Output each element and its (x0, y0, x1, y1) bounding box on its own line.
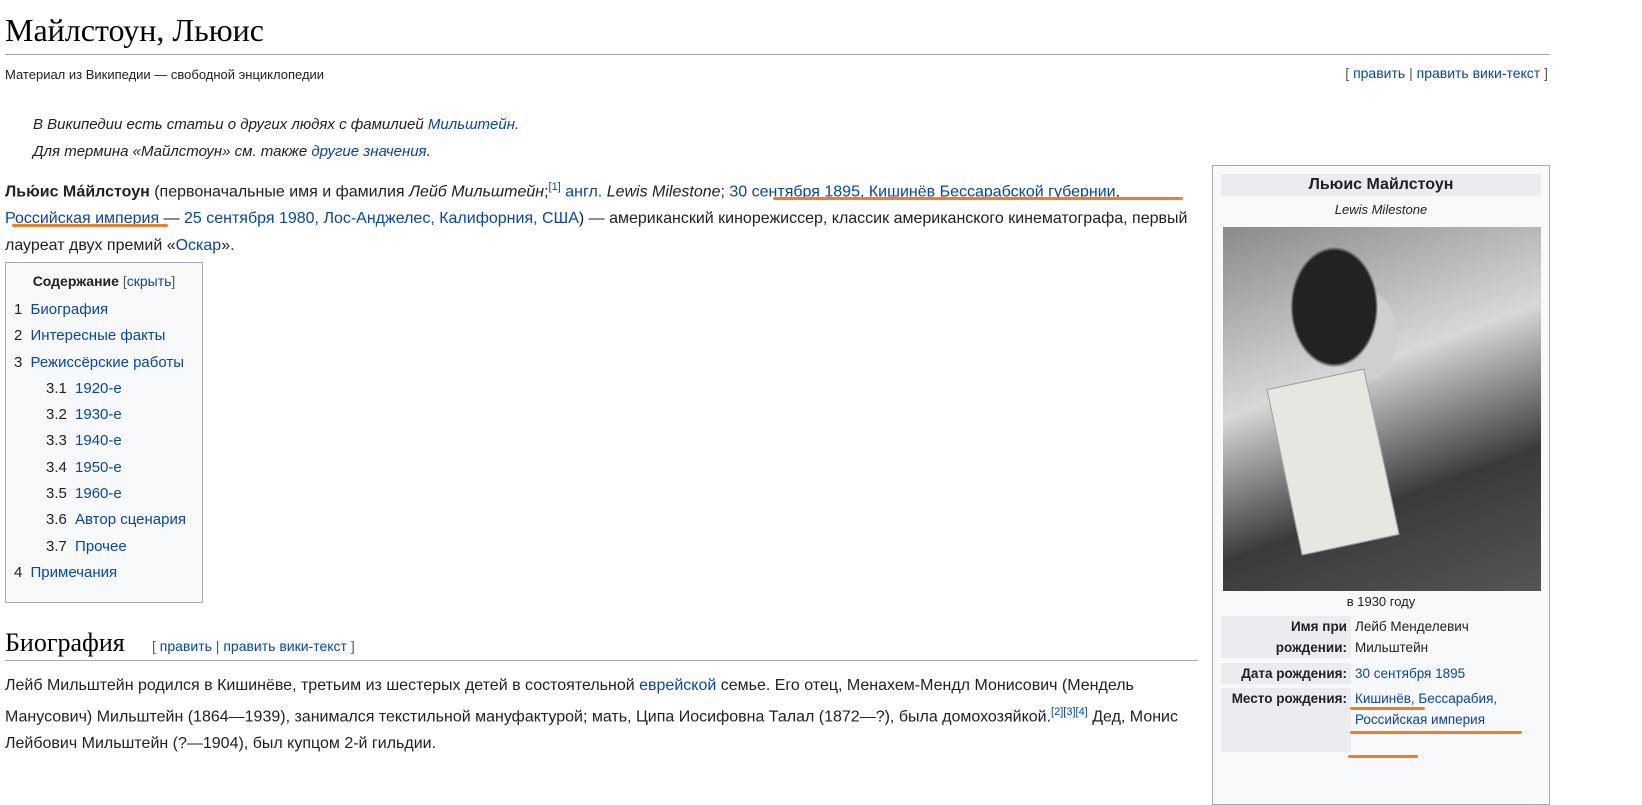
toc-number: 1 (14, 301, 23, 318)
intro-paragraph: Лью́ис Ма́йлстоун (первоначальные имя и … (5, 174, 1200, 259)
section-edit-links: [ править | править вики-текст ] (152, 638, 355, 654)
table-of-contents: Содержание [скрыть] 1 Биография 2 Интерес… (5, 262, 203, 603)
toc-item[interactable]: 3.1 1920-е (14, 380, 194, 406)
photo-caption: в 1930 году (1346, 594, 1416, 609)
hatnote-text: Для термина «Майлстоун» см. также (33, 143, 312, 160)
disambiguation-link[interactable]: другие значения (311, 143, 426, 160)
divider (5, 54, 1550, 55)
hatnote-text: В Википедии есть статьи о других людях с… (33, 116, 428, 133)
annotation-underline (773, 197, 1183, 200)
toc-number: 3 (14, 353, 23, 371)
toc-number: 3.5 (46, 485, 67, 503)
toc-link[interactable]: 1920-е (75, 380, 122, 397)
toc-item[interactable]: 3.5 1960-е (14, 485, 194, 511)
portrait-photo[interactable] (1223, 227, 1541, 591)
toc-header: Содержание [скрыть] (32, 273, 176, 289)
toc-link[interactable]: Интересные факты (31, 327, 166, 344)
toc-number: 3.3 (46, 432, 67, 450)
toc-item[interactable]: 3.7 Прочее (14, 538, 194, 564)
toc-number: 3.6 (46, 511, 67, 529)
toc-item[interactable]: 1 Биография (14, 301, 194, 327)
subject-name: Лью́ис Ма́йлстоун (5, 183, 150, 201)
toc-item[interactable]: 2 Интересные факты (14, 327, 194, 353)
hatnote-text: . (426, 143, 431, 160)
original-name: Лейб Мильштейн (409, 183, 545, 201)
biography-paragraph: Лейб Мильштейн родился в Кишинёве, треть… (5, 672, 1200, 757)
toc-item[interactable]: 3.2 1930-е (14, 406, 194, 432)
hatnote-text: . (514, 116, 520, 133)
page-edit-links: [ править | править вики-текст ] (1345, 65, 1548, 81)
toc-link[interactable]: 1950-е (75, 459, 122, 476)
toc-number: 3.1 (46, 379, 67, 397)
page-title: Майлстоун, Льюис (5, 12, 264, 48)
oscar-link[interactable]: Оскар (176, 237, 222, 254)
row-label: Дата рождения: (1221, 663, 1351, 684)
toc-number: 4 (14, 563, 23, 581)
toc-item[interactable]: 4 Примечания (14, 564, 194, 590)
english-link[interactable]: англ. (565, 183, 602, 200)
annotation-underline (1350, 707, 1425, 710)
jewish-link[interactable]: еврейской (639, 677, 716, 694)
birth-date-link[interactable]: 30 сентября 1895 (1351, 663, 1543, 684)
toc-item[interactable]: 3.3 1940-е (14, 432, 194, 458)
row-value: Лейб Менделевич Мильштейн (1355, 619, 1469, 655)
toc-link[interactable]: Прочее (75, 538, 127, 555)
infobox-original-name: Lewis Milestone (1334, 202, 1428, 217)
death-link[interactable]: 25 сентября 1980, Лос-Анджелес, Калифорн… (184, 210, 579, 227)
infobox-title: Льюис Майлстоун (1221, 174, 1541, 196)
book-image (1266, 368, 1400, 556)
edit-source-link[interactable]: править вики-текст (1417, 65, 1541, 81)
toc-number: 3.2 (46, 406, 67, 424)
infobox-row: Дата рождения: 30 сентября 1895 (1221, 663, 1543, 684)
toc-link[interactable]: Автор сценария (75, 511, 186, 528)
text: (первоначальные имя и фамилия (149, 183, 409, 201)
subtitle: Материал из Википедии — свободной энцикл… (5, 67, 325, 82)
milshtein-link[interactable]: Мильштейн (428, 116, 515, 133)
toc-item[interactable]: 3 Режиссёрские работы (14, 354, 194, 380)
reference-1[interactable]: [1] (549, 181, 561, 193)
row-label: Место рождения: (1221, 688, 1351, 752)
edit-link[interactable]: править (1353, 65, 1405, 81)
toc-title: Содержание (32, 273, 119, 289)
toc-link[interactable]: 1930-е (75, 406, 122, 423)
text: Лейб Мильштейн родился в Кишинёве, треть… (5, 677, 640, 694)
infobox-row: Место рождения: Кишинёв, Бессарабия, Росс… (1221, 688, 1543, 752)
birth-place-link[interactable]: Кишинёв, Бессарабия, Российская империя (1351, 688, 1543, 752)
hatnote-1: В Википедии есть статьи о других людях с… (33, 116, 519, 133)
edit-source-link[interactable]: править вики-текст (223, 638, 347, 654)
annotation-underline (12, 224, 168, 227)
annotation-underline (1350, 731, 1522, 734)
divider (5, 660, 1198, 661)
toc-link[interactable]: Биография (31, 301, 109, 318)
toc-link[interactable]: 1940-е (75, 432, 122, 449)
row-label: Имя при рождении: (1221, 616, 1351, 658)
edit-link[interactable]: править (160, 638, 212, 654)
toc-link[interactable]: 1960-е (75, 485, 122, 502)
toc-item[interactable]: 3.6 Автор сценария (14, 511, 194, 537)
references[interactable]: [2][3][4] (1051, 706, 1088, 718)
toc-link[interactable]: Примечания (31, 564, 118, 581)
toc-number: 2 (14, 327, 23, 345)
toc-item[interactable]: 3.4 1950-е (14, 459, 194, 485)
toc-number: 3.7 (46, 537, 67, 555)
infobox-row: Имя при рождении: Лейб Менделевич Мильште… (1221, 616, 1543, 658)
toc-hide-toggle[interactable]: скрыть (127, 273, 172, 289)
hatnote-2: Для термина «Майлстоун» см. также другие… (33, 143, 431, 160)
text: ». (221, 237, 235, 255)
toc-link[interactable]: Режиссёрские работы (31, 354, 185, 371)
annotation-underline (1348, 755, 1418, 758)
toc-number: 3.4 (46, 458, 67, 476)
english-name: Lewis Milestone (606, 183, 721, 201)
section-heading-biography: Биография (5, 628, 125, 657)
